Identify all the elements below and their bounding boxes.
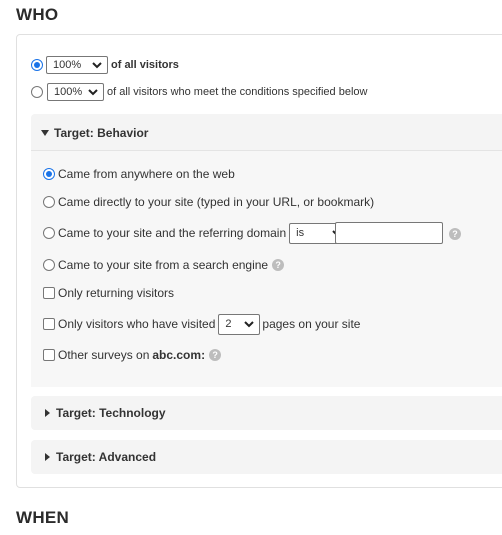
other-surveys-domain: abc.com	[152, 348, 202, 362]
audience-all-label: of all visitors	[111, 59, 179, 71]
search-engine-help-icon[interactable]: ?	[272, 259, 285, 271]
chevron-down-icon	[244, 321, 255, 328]
behavior-came-directly: Came directly to your site (typed in you…	[43, 195, 374, 209]
behavior-panel: Target: Behavior	[31, 114, 502, 387]
behavior-came-referring: Came to your site and the referring doma…	[43, 222, 349, 244]
audience-all-radio[interactable]	[31, 59, 43, 71]
chevron-down-icon	[88, 89, 98, 96]
advanced-panel-header[interactable]: Target: Advanced	[43, 450, 156, 464]
came-anywhere-label: Came from anywhere on the web	[58, 167, 235, 181]
visited-pages-count-value: 2	[225, 318, 232, 330]
came-directly-label: Came directly to your site (typed in you…	[58, 195, 375, 209]
technology-panel[interactable]: Target: Technology	[31, 396, 502, 430]
behavior-panel-header[interactable]: Target: Behavior	[41, 126, 148, 140]
technology-panel-title: Target: Technology	[56, 406, 166, 420]
audience-option-conditional: 100% of all visitors who meet the condit…	[31, 83, 367, 101]
advanced-panel[interactable]: Target: Advanced	[31, 440, 502, 474]
behavior-panel-title: Target: Behavior	[54, 126, 149, 140]
who-heading: WHO	[16, 5, 59, 24]
returning-visitors-checkbox[interactable]	[43, 287, 55, 299]
other-surveys-help-icon[interactable]: ?	[209, 349, 222, 361]
came-referring-radio[interactable]	[43, 227, 55, 239]
technology-panel-header[interactable]: Target: Technology	[43, 406, 166, 420]
behavior-came-search: Came to your site from a search engine ?	[43, 258, 285, 272]
audience-option-all: 100% of all visitors	[31, 56, 179, 74]
came-search-radio[interactable]	[43, 259, 55, 271]
caret-right-icon	[45, 409, 50, 417]
referring-help-icon[interactable]: ?	[449, 228, 461, 240]
other-surveys-prefix: Other surveys on	[58, 348, 150, 362]
visited-pages-prefix: Only visitors who have visited	[58, 317, 216, 331]
audience-all-percent-value: 100%	[53, 59, 82, 71]
other-surveys-checkbox[interactable]	[43, 349, 55, 361]
referring-domain-input[interactable]	[335, 222, 443, 244]
when-heading: WHEN	[16, 508, 70, 527]
came-referring-label: Came to your site and the referring doma…	[58, 226, 287, 240]
came-anywhere-radio[interactable]	[43, 168, 55, 180]
audience-conditional-percent-value: 100%	[54, 86, 83, 98]
audience-conditional-radio[interactable]	[31, 86, 43, 98]
referring-operator-value: is	[296, 227, 305, 239]
advanced-panel-title: Target: Advanced	[56, 450, 157, 464]
other-surveys-colon: :	[201, 348, 206, 362]
came-directly-radio[interactable]	[43, 196, 55, 208]
visited-pages-count-select[interactable]: 2	[218, 313, 261, 335]
caret-right-icon	[45, 453, 50, 461]
audience-conditional-percent-select[interactable]: 100%	[47, 83, 104, 101]
visited-pages-checkbox[interactable]	[43, 318, 55, 330]
behavior-came-anywhere: Came from anywhere on the web	[43, 167, 235, 181]
caret-down-icon	[41, 130, 49, 136]
returning-visitors-label: Only returning visitors	[58, 286, 175, 300]
visited-pages-suffix: pages on your site	[262, 317, 361, 331]
audience-conditional-label: of all visitors who meet the conditions …	[107, 86, 368, 98]
audience-all-percent-select[interactable]: 100%	[46, 56, 108, 74]
behavior-visited-pages: Only visitors who have visited 2 pages o…	[43, 313, 360, 335]
came-search-label: Came to your site from a search engine	[58, 258, 269, 272]
chevron-down-icon	[92, 62, 102, 69]
behavior-returning: Only returning visitors	[43, 286, 174, 300]
behavior-other-surveys: Other surveys on abc.com : ?	[43, 348, 222, 362]
